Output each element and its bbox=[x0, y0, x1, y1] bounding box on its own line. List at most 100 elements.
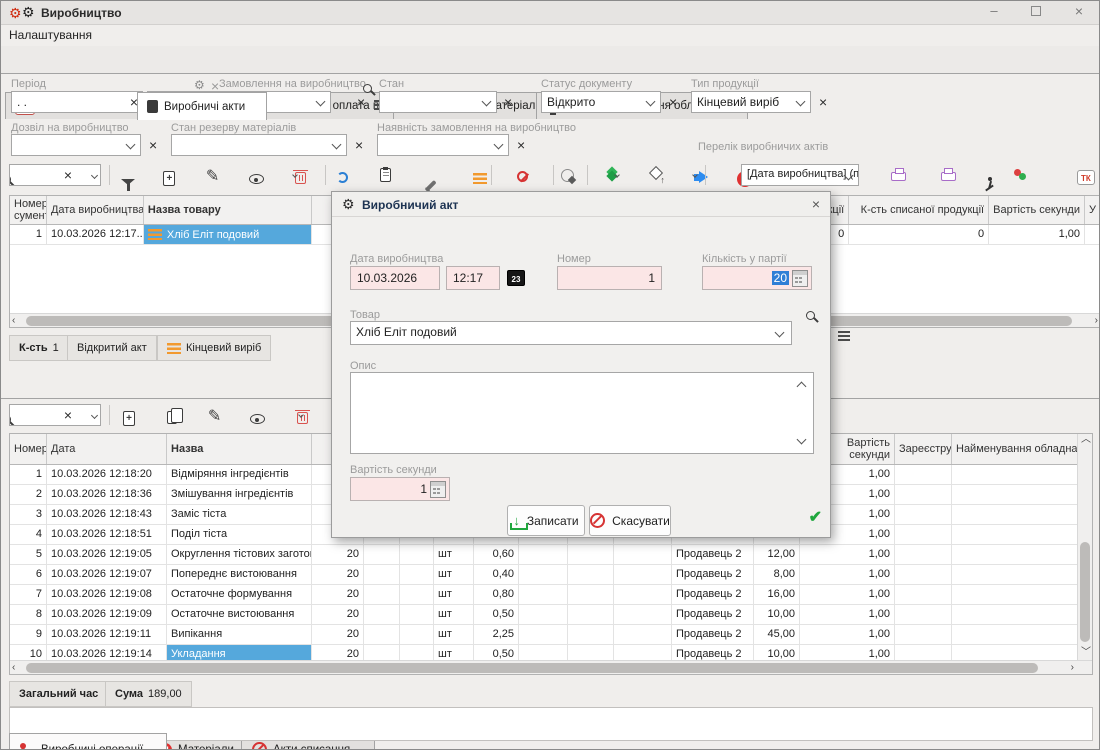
calculator-icon[interactable] bbox=[430, 481, 446, 498]
product-select[interactable]: Хліб Еліт подовий bbox=[350, 321, 792, 345]
ops-table-row[interactable]: 810.03.2026 12:19:09Остаточне вистоюванн… bbox=[10, 605, 1092, 625]
wrench-icon[interactable] bbox=[424, 179, 436, 191]
ops-cell-date[interactable]: 10.03.2026 12:19:11 bbox=[47, 625, 167, 644]
ops-cell-cost[interactable]: 1,00 bbox=[800, 565, 895, 584]
ops-cell-sum[interactable]: 12,00 bbox=[754, 545, 800, 564]
cost-per-second-input[interactable]: 1 bbox=[350, 477, 450, 501]
dialog-close-icon[interactable]: × bbox=[812, 196, 820, 212]
refresh-icon[interactable] bbox=[337, 172, 348, 183]
ops-cell-num[interactable]: 3 bbox=[10, 505, 47, 524]
col-equipment[interactable]: Найменування обладнан bbox=[952, 434, 1079, 464]
add-document-icon[interactable]: + bbox=[163, 171, 175, 186]
run-icon[interactable] bbox=[988, 177, 992, 181]
print-alt-icon[interactable] bbox=[941, 172, 956, 181]
ops-cell-date[interactable]: 10.03.2026 12:19:05 bbox=[47, 545, 167, 564]
ops-cell-seller[interactable]: Продавець 2 bbox=[672, 625, 754, 644]
ops-cell-reg[interactable] bbox=[895, 505, 952, 524]
ops-cell-e2[interactable] bbox=[400, 625, 434, 644]
ops-cell-seller[interactable]: Продавець 2 bbox=[672, 565, 754, 584]
ops-cell-equip[interactable] bbox=[952, 465, 1079, 484]
ops-cell-date[interactable]: 10.03.2026 12:18:43 bbox=[47, 505, 167, 524]
product-list-icon[interactable] bbox=[838, 331, 850, 341]
time-input[interactable]: 12:17 bbox=[446, 266, 500, 290]
ops-cell-e5[interactable] bbox=[614, 625, 672, 644]
ops-cell-num[interactable]: 2 bbox=[10, 485, 47, 504]
ops-cell-unit[interactable]: шт bbox=[434, 625, 474, 644]
scrollbar-thumb[interactable] bbox=[26, 663, 1038, 673]
ops-cell-name[interactable]: Відміряння інгредієнтів bbox=[167, 465, 312, 484]
ops-cell-e3[interactable] bbox=[519, 625, 568, 644]
ops-cell-date[interactable]: 10.03.2026 12:18:36 bbox=[47, 485, 167, 504]
reserve-state-clear-icon[interactable]: × bbox=[355, 138, 363, 152]
edit-icon[interactable]: ✎ bbox=[206, 170, 219, 184]
ops-cell-time[interactable]: 0,80 bbox=[474, 585, 519, 604]
unreserve-icon[interactable] bbox=[649, 168, 663, 182]
ops-cell-cost[interactable]: 1,00 bbox=[800, 585, 895, 604]
clear-x-icon[interactable]: × bbox=[64, 408, 72, 422]
period-from-input[interactable]: . . × bbox=[11, 91, 143, 113]
subtab-operations[interactable]: Виробничі операції bbox=[9, 733, 167, 750]
list-icon[interactable] bbox=[473, 173, 487, 184]
ops-cell-e4[interactable] bbox=[568, 545, 614, 564]
ops-cell-seller[interactable]: Продавець 2 bbox=[672, 545, 754, 564]
ops-cell-date[interactable]: 10.03.2026 12:18:51 bbox=[47, 525, 167, 544]
ops-cell-reg[interactable] bbox=[895, 525, 952, 544]
ops-cell-equip[interactable] bbox=[952, 485, 1079, 504]
ops-cell-e5[interactable] bbox=[614, 585, 672, 604]
ops-table-row[interactable]: 510.03.2026 12:19:05Округлення тістових … bbox=[10, 545, 1092, 565]
ops-cell-e4[interactable] bbox=[568, 585, 614, 604]
cancel-button[interactable]: Скасувати bbox=[589, 505, 671, 536]
state-select[interactable] bbox=[379, 91, 497, 113]
state-clear-icon[interactable]: × bbox=[504, 95, 512, 109]
date-input[interactable]: 10.03.2026 bbox=[350, 266, 440, 290]
order-clear-icon[interactable]: × bbox=[357, 95, 365, 109]
print-icon[interactable] bbox=[891, 172, 906, 181]
ops-cell-qty[interactable]: 20 bbox=[312, 585, 364, 604]
ops-cell-reg[interactable] bbox=[895, 545, 952, 564]
scroll-up-icon[interactable] bbox=[797, 382, 807, 392]
col-registered[interactable]: Зареєстрував bbox=[895, 434, 952, 464]
ops-table-row[interactable]: 610.03.2026 12:19:07Попереднє вистоюванн… bbox=[10, 565, 1092, 585]
ops-cell-time[interactable]: 2,25 bbox=[474, 625, 519, 644]
ops-cell-equip[interactable] bbox=[952, 525, 1079, 544]
tab-production-acts[interactable]: Виробничі акти bbox=[137, 92, 267, 120]
col-production-date[interactable]: Дата виробництва bbox=[47, 196, 144, 224]
cell-product-name[interactable]: Хліб Еліт подовий bbox=[144, 225, 312, 244]
ops-cell-qty[interactable]: 20 bbox=[312, 565, 364, 584]
ops-cell-e2[interactable] bbox=[400, 605, 434, 624]
calculator-icon[interactable] bbox=[792, 270, 808, 287]
ops-cell-num[interactable]: 6 bbox=[10, 565, 47, 584]
view-icon[interactable] bbox=[249, 174, 264, 184]
doc-status-select[interactable]: Відкрито bbox=[541, 91, 661, 113]
ops-cell-e1[interactable] bbox=[364, 545, 400, 564]
scroll-left-icon[interactable]: ‹ bbox=[12, 315, 15, 327]
calendar-icon[interactable]: 23 bbox=[507, 270, 525, 286]
ops-cell-e1[interactable] bbox=[364, 565, 400, 584]
col-cost-per-second[interactable]: Вартість секунди bbox=[989, 196, 1085, 224]
copy-icon[interactable] bbox=[167, 411, 177, 424]
product-type-select[interactable]: Кінцевий виріб bbox=[691, 91, 811, 113]
ops-cell-name[interactable]: Змішування інгредієнтів bbox=[167, 485, 312, 504]
ops-cell-name[interactable]: Попереднє вистоювання bbox=[167, 565, 312, 584]
ops-cell-num[interactable]: 1 bbox=[10, 465, 47, 484]
ops-cell-seller[interactable]: Продавець 2 bbox=[672, 605, 754, 624]
scroll-down-icon[interactable] bbox=[797, 435, 807, 445]
ops-cell-e4[interactable] bbox=[568, 565, 614, 584]
ops-cell-equip[interactable] bbox=[952, 505, 1079, 524]
ops-cell-e5[interactable] bbox=[614, 545, 672, 564]
ops-cell-cost[interactable]: 1,00 bbox=[800, 625, 895, 644]
cell-cost[interactable]: 1,00 bbox=[989, 225, 1085, 244]
ops-cell-name[interactable]: Округлення тістових заготовок bbox=[167, 545, 312, 564]
ops-cell-e2[interactable] bbox=[400, 585, 434, 604]
scroll-right-icon[interactable]: › bbox=[1071, 662, 1074, 674]
ops-cell-reg[interactable] bbox=[895, 565, 952, 584]
ops-cell-num[interactable]: 9 bbox=[10, 625, 47, 644]
cell-writtenoff-qty[interactable]: 0 bbox=[849, 225, 989, 244]
ops-cell-reg[interactable] bbox=[895, 485, 952, 504]
ops-cell-name[interactable]: Заміс тіста bbox=[167, 505, 312, 524]
ops-cell-date[interactable]: 10.03.2026 12:19:08 bbox=[47, 585, 167, 604]
ops-cell-e3[interactable] bbox=[519, 545, 568, 564]
search-icon[interactable] bbox=[9, 175, 11, 184]
scroll-right-icon[interactable]: › bbox=[1095, 315, 1098, 327]
number-input[interactable]: 1 bbox=[557, 266, 662, 290]
